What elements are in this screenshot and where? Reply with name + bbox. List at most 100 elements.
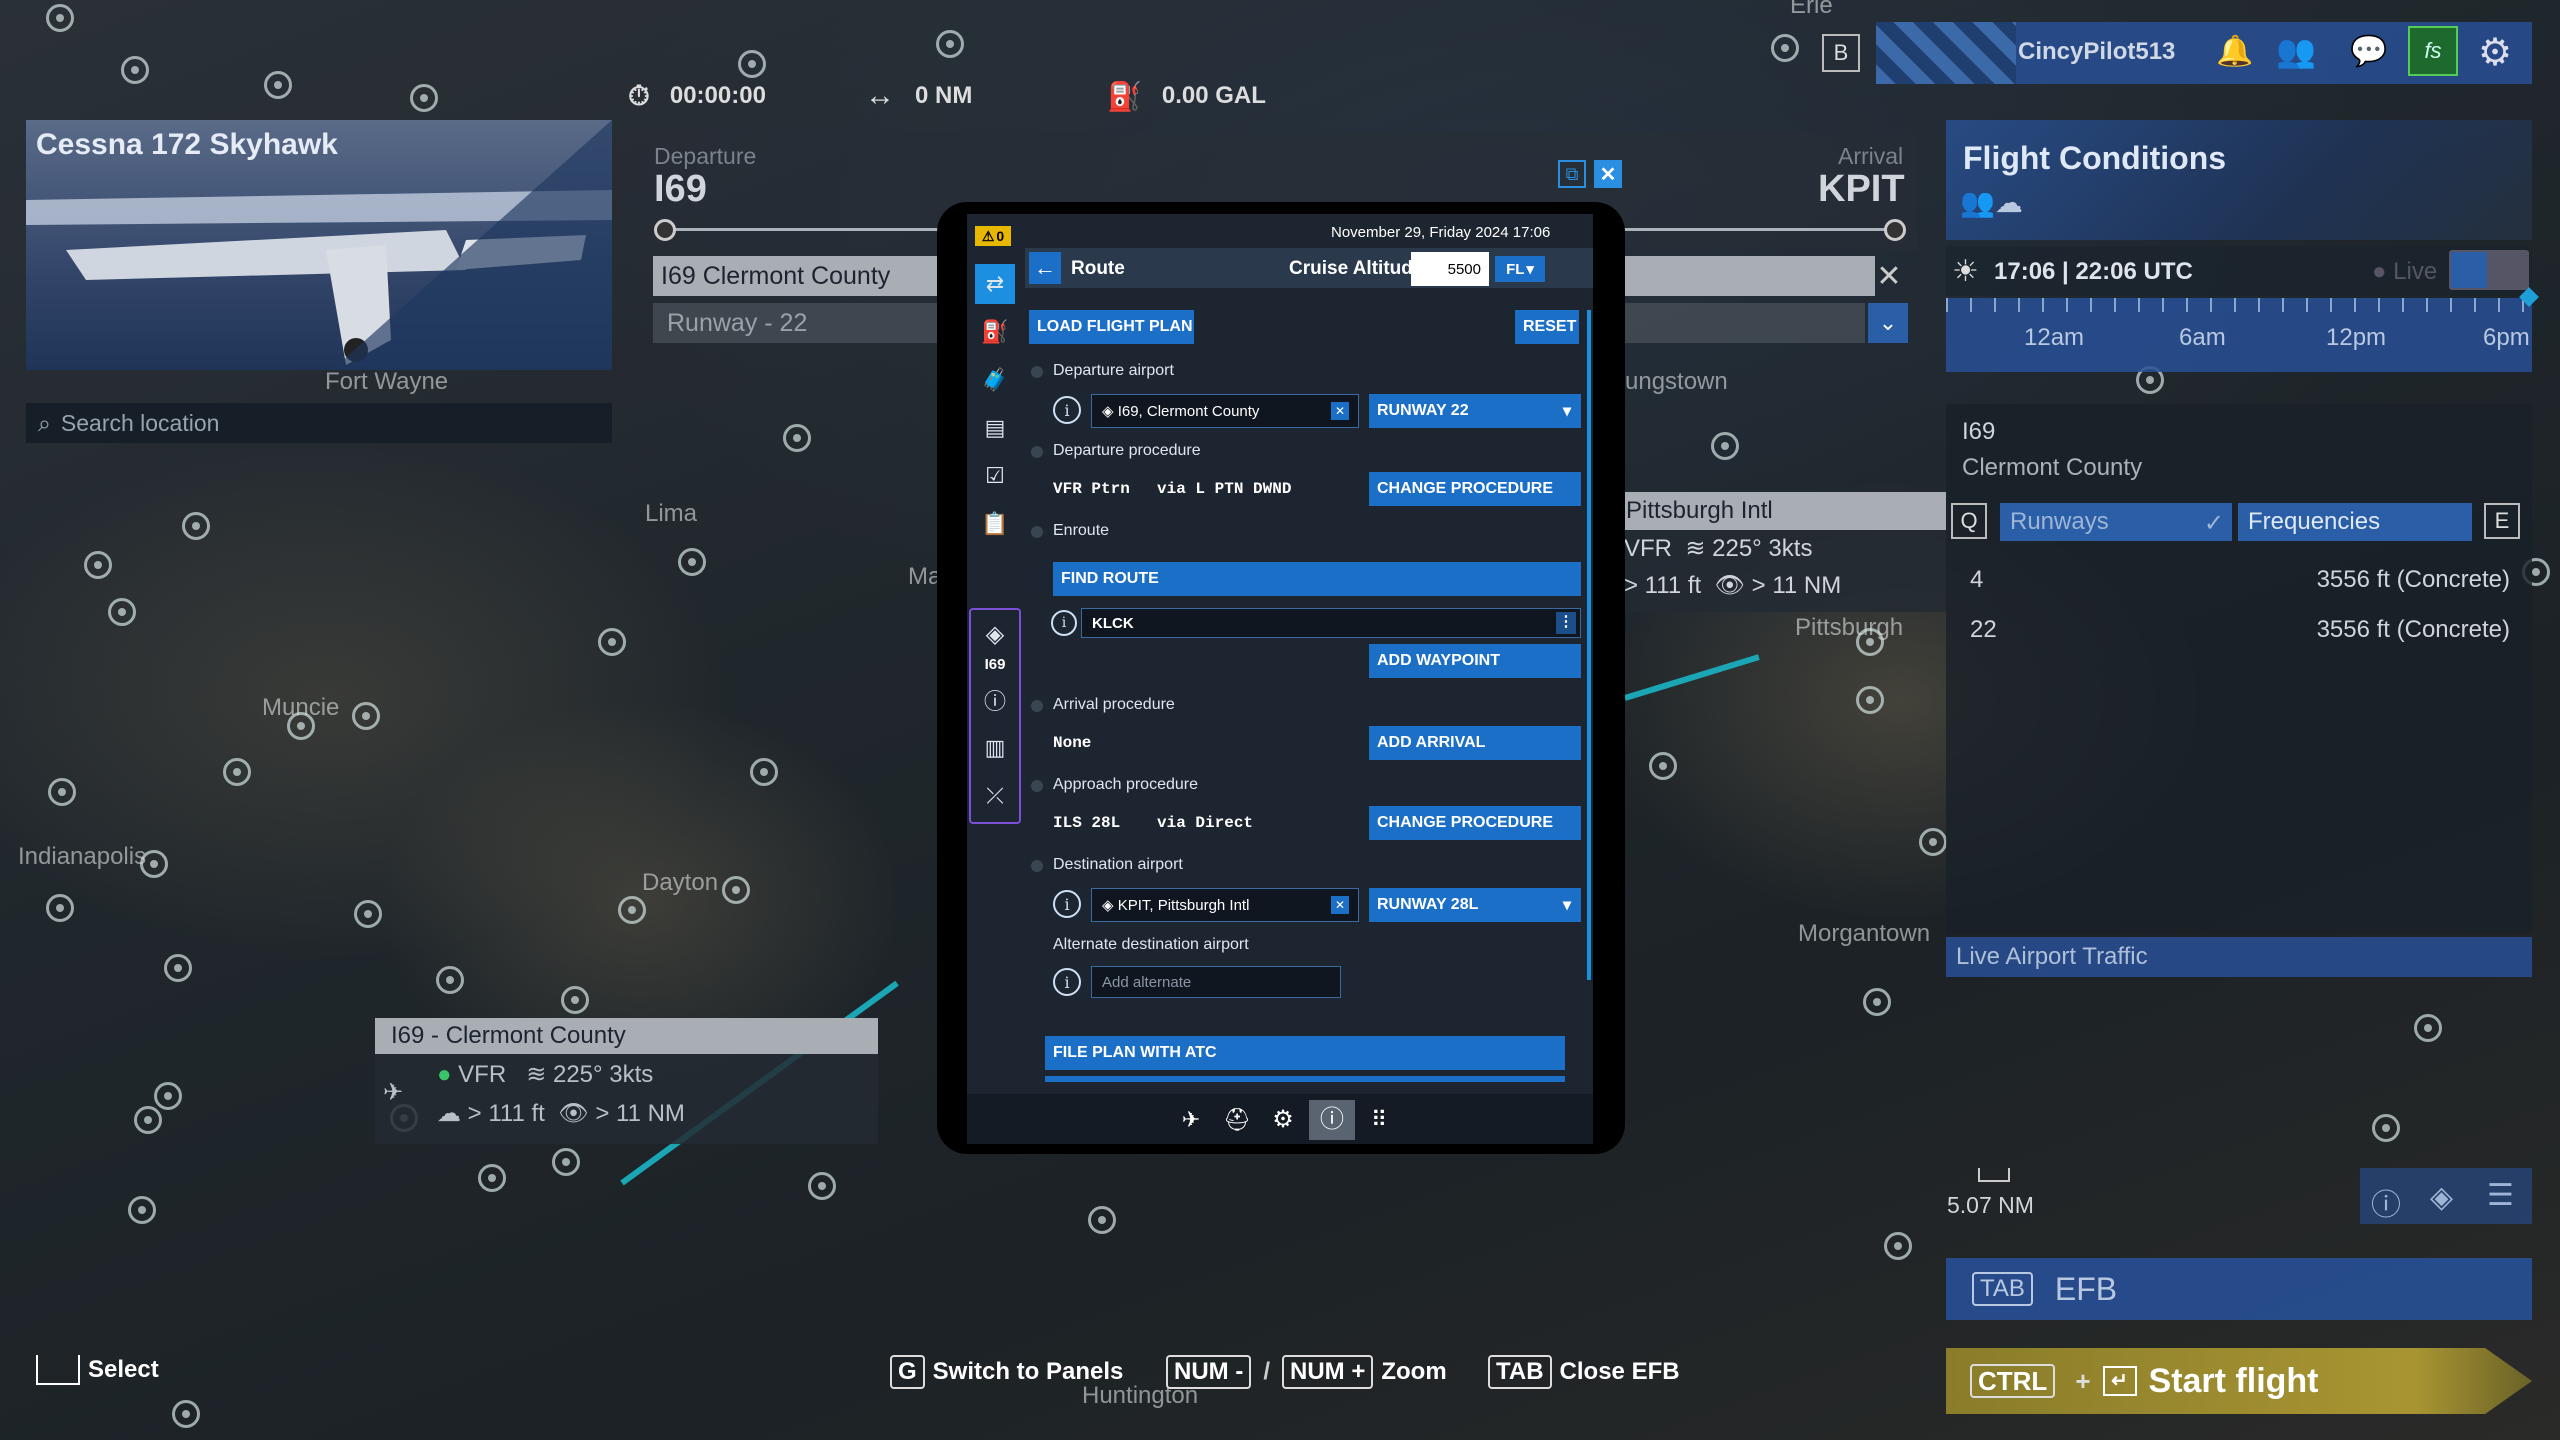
e-key-badge[interactable]: E — [2484, 503, 2520, 539]
airport-marker[interactable] — [1856, 686, 1884, 714]
tab-frequencies[interactable]: Frequencies — [2238, 503, 2472, 541]
layers-icon[interactable]: ◈ — [2430, 1180, 2453, 1215]
performance-app-icon[interactable]: ▤ — [975, 408, 1015, 448]
airport-marker[interactable] — [1649, 752, 1677, 780]
departure-airport-select[interactable]: I69 Clermont County — [653, 256, 943, 296]
alternate-airport-input[interactable]: Add alternate — [1091, 966, 1341, 998]
clear-departure-icon[interactable]: ✕ — [1331, 402, 1349, 420]
airport-marker[interactable] — [264, 71, 292, 99]
change-departure-procedure-button[interactable]: CHANGE PROCEDURE — [1369, 472, 1581, 506]
pittsburgh-card[interactable]: Pittsburgh Intl VFR ≋ 225° 3kts > 111 ft… — [1612, 492, 1946, 612]
airport-marker[interactable] — [1711, 432, 1739, 460]
more-options-icon[interactable]: ⋮ — [1556, 612, 1576, 634]
i69-card[interactable]: I69 - Clermont County ✈ ● VFR ≋ 225° 3kt… — [375, 1018, 878, 1178]
airport-marker[interactable] — [618, 896, 646, 924]
select-hint[interactable]: Select — [36, 1355, 159, 1385]
airport-info-icon[interactable]: ⓘ — [975, 680, 1015, 720]
pilot-icon[interactable]: ⛑ — [1217, 1102, 1257, 1138]
destination-info-icon[interactable]: i — [1053, 890, 1081, 918]
taxi-route-icon[interactable]: ⤫ — [975, 776, 1015, 816]
fuel-app-icon[interactable]: ⛽ — [975, 312, 1015, 352]
start-flight-button[interactable]: CTRL + ↵ Start flight — [1946, 1348, 2532, 1414]
airport-marker[interactable] — [352, 702, 380, 730]
cruise-altitude-input[interactable]: 5500 — [1411, 252, 1489, 286]
airport-marker[interactable] — [48, 778, 76, 806]
airport-marker[interactable] — [354, 900, 382, 928]
checklist-app-icon[interactable]: ☑ — [975, 456, 1015, 496]
flight-conditions-panel[interactable] — [1946, 120, 2532, 240]
info-icon[interactable]: ⓘ — [2371, 1180, 2401, 1224]
airport-marker[interactable] — [46, 4, 74, 32]
airport-marker[interactable] — [1771, 34, 1799, 62]
airport-marker[interactable] — [750, 758, 778, 786]
apps-grid-icon[interactable]: ⠿ — [1359, 1102, 1399, 1138]
departure-info-icon[interactable]: i — [1053, 396, 1081, 424]
arrival-runway-select[interactable] — [1625, 303, 1865, 343]
airport-marker[interactable] — [172, 1400, 200, 1428]
airport-marker[interactable] — [1088, 1206, 1116, 1234]
airport-marker[interactable] — [1863, 988, 1891, 1016]
list-icon[interactable]: ☰ — [2487, 1178, 2514, 1213]
airport-marker[interactable] — [410, 84, 438, 112]
switch-panels-hint[interactable]: G Switch to Panels — [890, 1355, 1123, 1389]
arrival-airport-select[interactable] — [1625, 256, 1875, 296]
live-airport-traffic-header[interactable]: Live Airport Traffic — [1946, 937, 2532, 977]
airport-marker[interactable] — [121, 56, 149, 84]
tab-runways[interactable]: Runways ✓ — [2000, 503, 2232, 541]
load-flight-plan-button[interactable]: LOAD FLIGHT PLAN — [1029, 310, 1194, 344]
airport-marker[interactable] — [1884, 1232, 1912, 1260]
airport-marker[interactable] — [182, 512, 210, 540]
info-icon[interactable]: ⓘ — [1309, 1100, 1355, 1140]
airport-marker[interactable] — [722, 876, 750, 904]
popout-icon[interactable]: ⧉ — [1558, 160, 1586, 188]
waypoint-info-icon[interactable]: i — [1051, 610, 1077, 636]
clear-arrival-icon[interactable]: ✕ — [1872, 256, 1906, 296]
clipboard-app-icon[interactable]: 📋 — [975, 504, 1015, 544]
back-arrow-icon[interactable]: ← — [1029, 252, 1061, 284]
time-slider[interactable]: 12am 6am 12pm 6pm — [1946, 287, 2539, 372]
airport-marker[interactable] — [2414, 1014, 2442, 1042]
gear-icon[interactable]: ⚙ — [2478, 30, 2512, 75]
add-arrival-button[interactable]: ADD ARRIVAL — [1369, 726, 1581, 760]
airport-marker[interactable] — [2372, 1114, 2400, 1142]
route-app-icon[interactable]: ⇄ — [975, 264, 1015, 304]
airport-marker[interactable] — [84, 551, 112, 579]
payload-app-icon[interactable]: 🧳 — [975, 360, 1015, 400]
charts-icon[interactable]: ▥ — [975, 728, 1015, 768]
airport-marker[interactable] — [134, 1106, 162, 1134]
airport-marker[interactable] — [164, 954, 192, 982]
notification-bell-icon[interactable]: 🔔 — [2216, 34, 2253, 69]
airport-marker[interactable] — [128, 1196, 156, 1224]
clear-destination-icon[interactable]: ✕ — [1331, 896, 1349, 914]
runway-row[interactable]: 4 3556 ft (Concrete) — [1970, 566, 2510, 594]
departure-runway-select[interactable]: RUNWAY 22 ▾ — [1369, 394, 1581, 428]
settings-icon[interactable]: ⚙ — [1263, 1102, 1303, 1138]
avatar[interactable] — [1876, 22, 2016, 84]
destination-airport-field[interactable]: ◈ KPIT, Pittsburgh Intl — [1091, 888, 1359, 922]
close-icon[interactable]: ✕ — [1594, 160, 1622, 188]
airport-marker[interactable] — [936, 30, 964, 58]
alternate-info-icon[interactable]: i — [1053, 968, 1081, 996]
chat-icon[interactable]: 💬 — [2350, 34, 2387, 69]
airport-marker[interactable] — [783, 424, 811, 452]
airport-marker[interactable] — [598, 628, 626, 656]
airport-diamond-icon[interactable]: ◈ — [975, 614, 1015, 654]
airport-marker[interactable] — [108, 598, 136, 626]
runway-row[interactable]: 22 3556 ft (Concrete) — [1970, 616, 2510, 644]
airplane-icon[interactable]: ✈ — [1171, 1102, 1211, 1138]
find-route-button[interactable]: FIND ROUTE — [1053, 562, 1581, 596]
marketplace-icon[interactable]: fs — [2408, 26, 2458, 76]
airport-marker[interactable] — [223, 758, 251, 786]
add-waypoint-button[interactable]: ADD WAYPOINT — [1369, 644, 1581, 678]
friends-icon[interactable]: 👥 — [2276, 32, 2316, 70]
departure-runway-select[interactable]: Runway - 22 — [653, 303, 943, 343]
change-approach-procedure-button[interactable]: CHANGE PROCEDURE — [1369, 806, 1581, 840]
live-toggle[interactable] — [2449, 250, 2529, 290]
airport-marker[interactable] — [436, 966, 464, 994]
airport-marker[interactable] — [678, 548, 706, 576]
reset-button[interactable]: RESET — [1515, 310, 1579, 344]
efb-tab-button[interactable]: TAB EFB — [1946, 1258, 2532, 1320]
airport-marker[interactable] — [46, 894, 74, 922]
b-key-badge[interactable]: B — [1822, 34, 1860, 72]
file-plan-with-atc-button[interactable]: FILE PLAN WITH ATC — [1045, 1036, 1565, 1070]
